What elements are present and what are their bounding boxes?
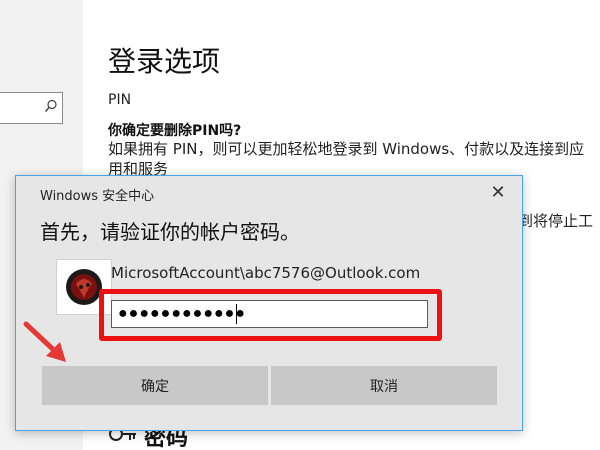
pointer-arrow xyxy=(23,321,66,362)
cancel-button[interactable]: 取消 xyxy=(271,366,497,405)
text-cursor xyxy=(236,304,237,324)
windows-settings-screen: 登录选项 PIN 你确定要删除PIN吗? 如果拥有 PIN，则可以更加轻松地登录… xyxy=(0,0,600,450)
password-field[interactable] xyxy=(111,300,428,328)
pin-description: 如果拥有 PIN，则可以更加轻松地登录到 Windows、付款以及连接到应 用和… xyxy=(108,140,585,178)
page-title: 登录选项 xyxy=(108,45,221,78)
description-fragment: 到将停止工 xyxy=(518,212,594,230)
pin-section-label: PIN xyxy=(108,92,132,108)
remove-pin-heading: 你确定要删除PIN吗? xyxy=(108,123,242,139)
close-icon[interactable]: ✕ xyxy=(488,182,508,203)
dialog-heading: 首先，请验证你的帐户密码。 xyxy=(40,220,300,244)
ok-button[interactable]: 确定 xyxy=(42,366,268,405)
account-name: MicrosoftAccount\abc7576@Outlook.com xyxy=(111,264,421,282)
search-input[interactable] xyxy=(0,92,63,124)
dialog-title: Windows 安全中心 xyxy=(40,189,155,204)
search-icon xyxy=(44,99,57,112)
windows-security-dialog: Windows 安全中心 ✕ 首先，请验证你的帐户密码。 MicrosoftAc… xyxy=(15,175,523,431)
